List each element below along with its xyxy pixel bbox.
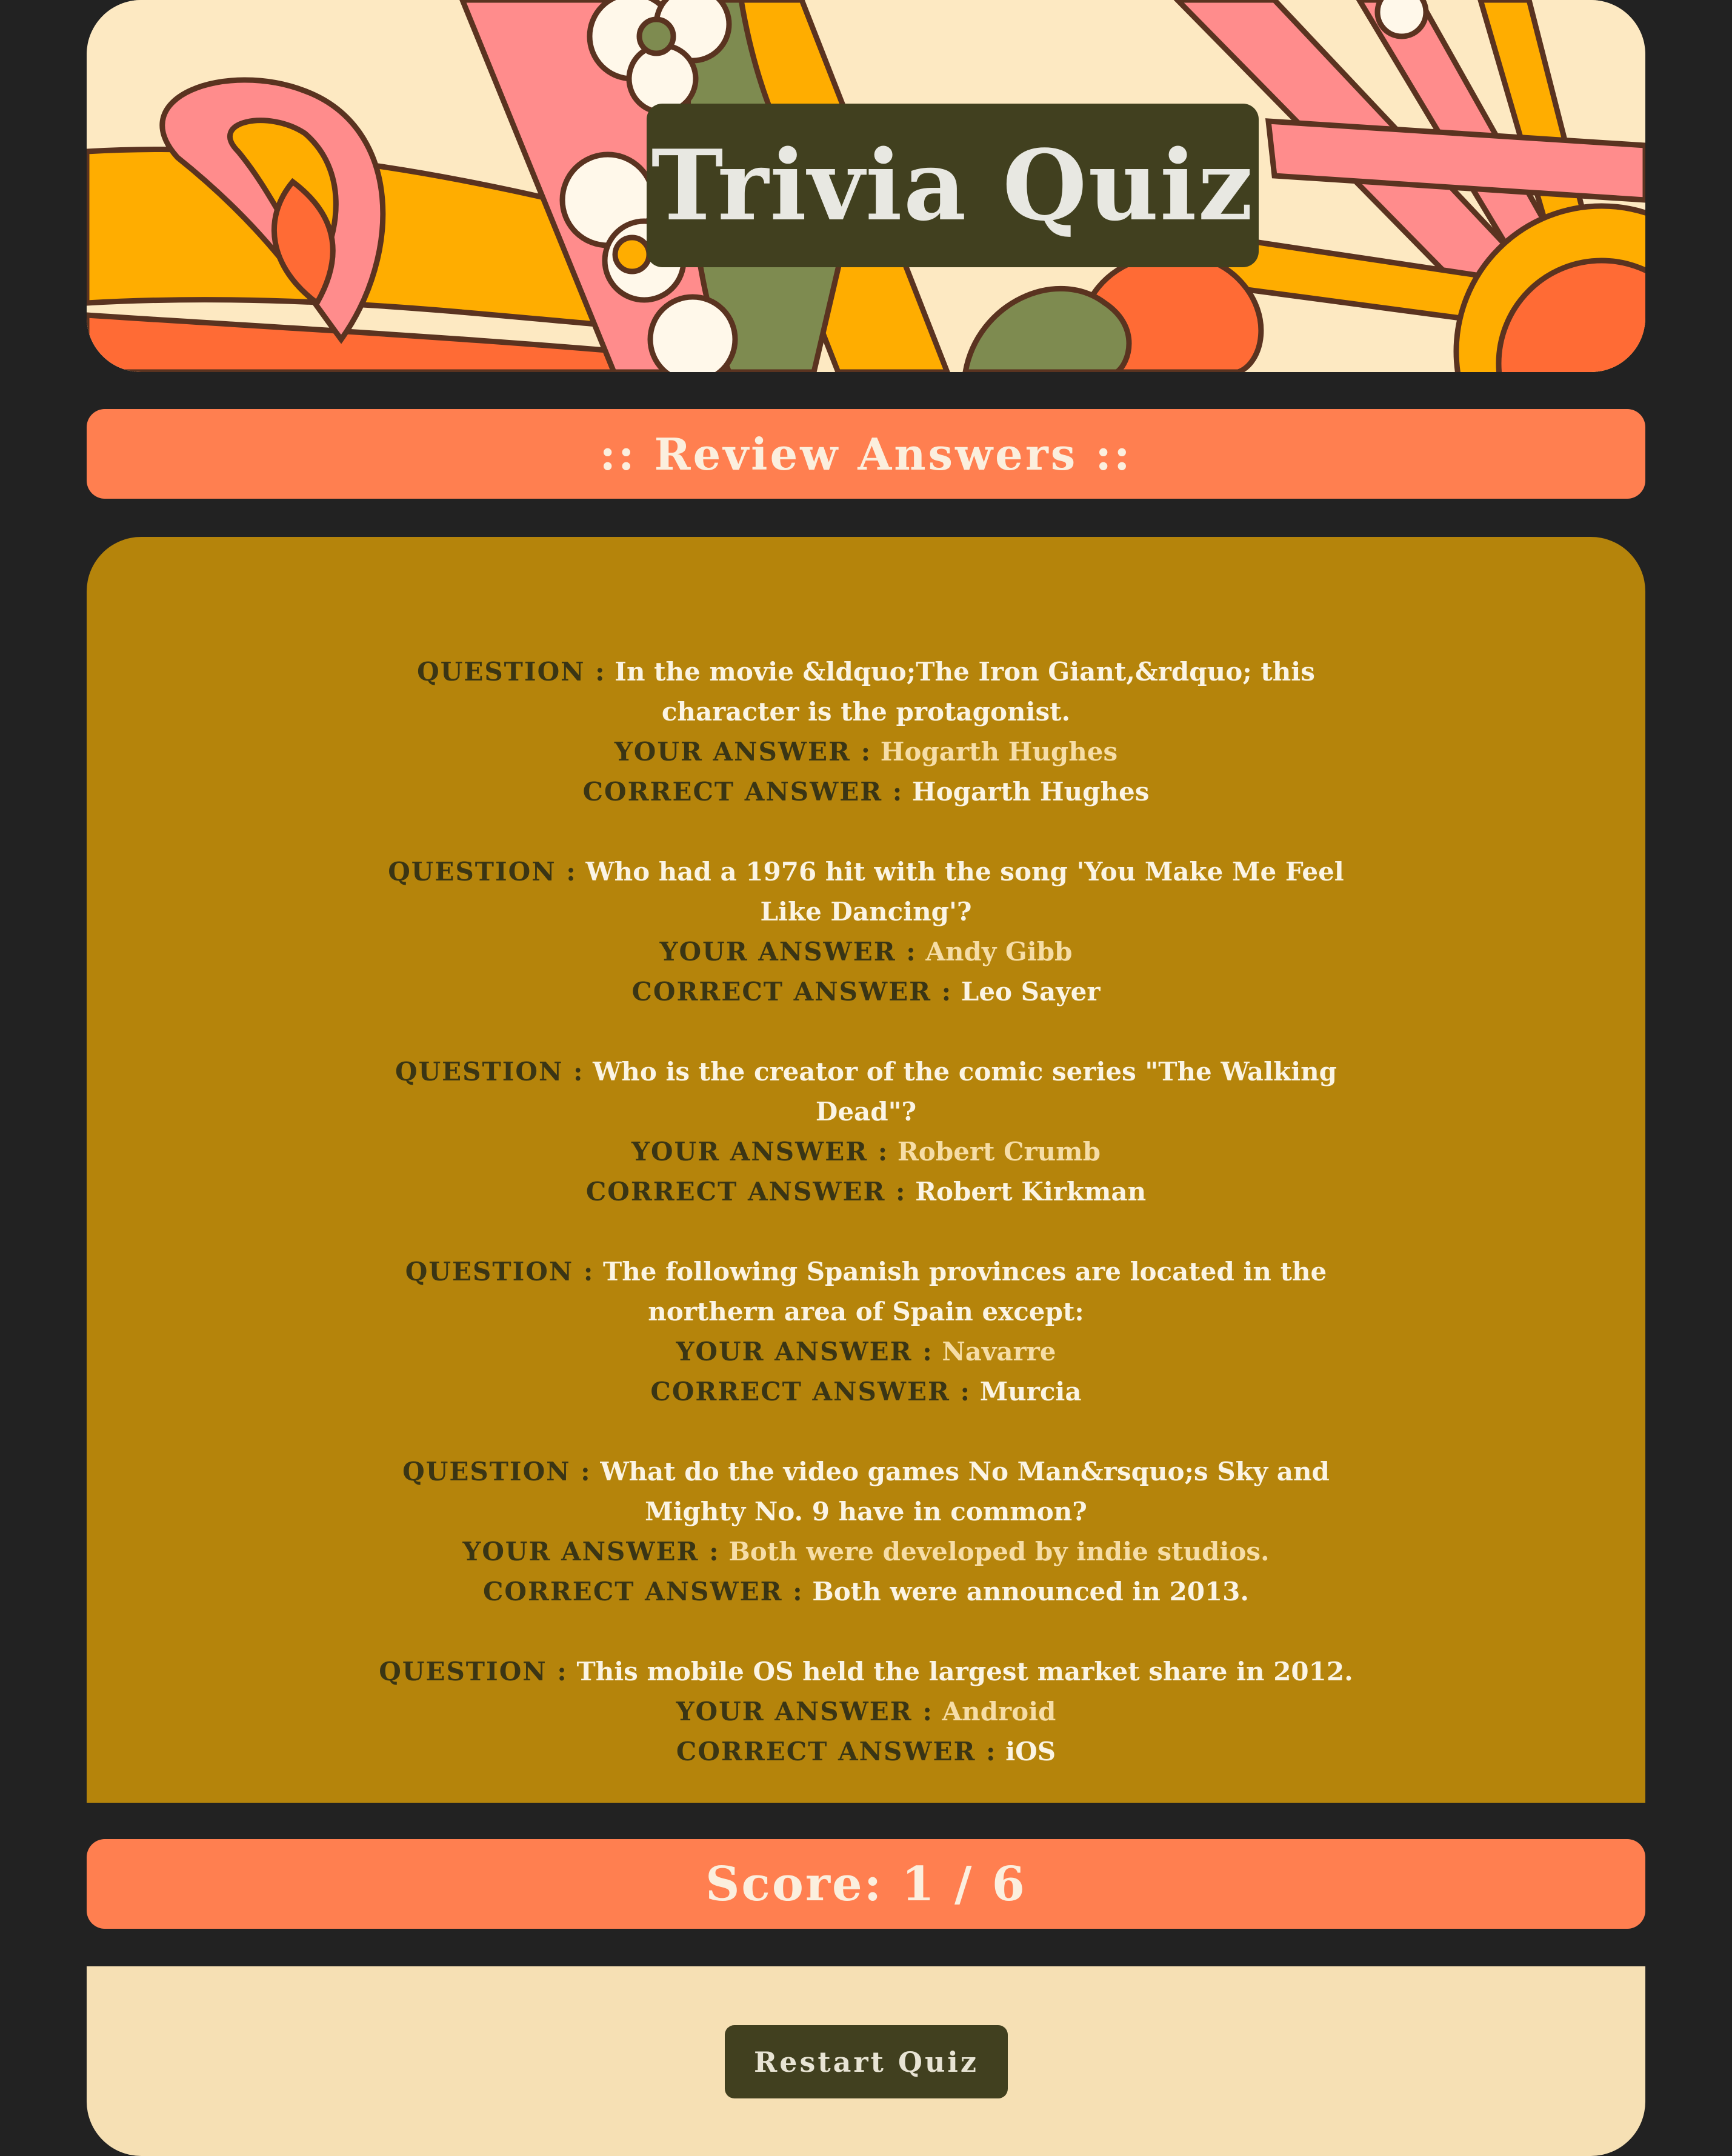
your-answer-line: YOUR ANSWER : Robert Crumb (378, 1132, 1354, 1172)
correct-answer-label: CORRECT ANSWER : (585, 1177, 907, 1206)
question-text: Who is the creator of the comic series "… (593, 1057, 1337, 1126)
score-display: Score: 1 / 6 (87, 1839, 1645, 1929)
review-item: QUESTION : What do the video games No Ma… (378, 1452, 1354, 1612)
your-answer-value: Hogarth Hughes (880, 737, 1118, 767)
question-line: QUESTION : In the movie &ldquo;The Iron … (378, 652, 1354, 732)
your-answer-value: Android (942, 1697, 1056, 1726)
review-list: QUESTION : In the movie &ldquo;The Iron … (378, 652, 1354, 1812)
correct-answer-value: Robert Kirkman (915, 1177, 1147, 1206)
review-item: QUESTION : Who is the creator of the com… (378, 1052, 1354, 1212)
question-label: QUESTION : (405, 1257, 595, 1286)
question-text: Who had a 1976 hit with the song 'You Ma… (585, 857, 1344, 927)
correct-answer-line: CORRECT ANSWER : Leo Sayer (378, 972, 1354, 1012)
your-answer-line: YOUR ANSWER : Android (378, 1692, 1354, 1732)
correct-answer-label: CORRECT ANSWER : (676, 1737, 997, 1766)
correct-answer-label: CORRECT ANSWER : (482, 1577, 804, 1606)
your-answer-label: YOUR ANSWER : (676, 1697, 933, 1726)
your-answer-value: Navarre (942, 1337, 1056, 1366)
question-label: QUESTION : (402, 1457, 591, 1486)
question-text: In the movie &ldquo;The Iron Giant,&rdqu… (615, 657, 1315, 727)
correct-answer-value: iOS (1005, 1737, 1056, 1766)
title-box: Trivia Quiz (647, 104, 1259, 267)
page-title: Trivia Quiz (651, 128, 1254, 242)
review-item: QUESTION : In the movie &ldquo;The Iron … (378, 652, 1354, 812)
question-line: QUESTION : Who is the creator of the com… (378, 1052, 1354, 1132)
review-item: QUESTION : The following Spanish provinc… (378, 1252, 1354, 1412)
question-label: QUESTION : (379, 1657, 568, 1686)
question-label: QUESTION : (388, 857, 577, 887)
correct-answer-line: CORRECT ANSWER : Hogarth Hughes (378, 772, 1354, 812)
correct-answer-value: Hogarth Hughes (911, 777, 1150, 807)
question-line: QUESTION : What do the video games No Ma… (378, 1452, 1354, 1532)
correct-answer-value: Both were announced in 2013. (812, 1577, 1249, 1606)
your-answer-label: YOUR ANSWER : (631, 1137, 889, 1166)
question-text: What do the video games No Man&rsquo;s S… (600, 1457, 1330, 1526)
review-item: QUESTION : This mobile OS held the large… (378, 1652, 1354, 1772)
your-answer-line: YOUR ANSWER : Navarre (378, 1332, 1354, 1372)
correct-answer-line: CORRECT ANSWER : Robert Kirkman (378, 1172, 1354, 1212)
correct-answer-label: CORRECT ANSWER : (631, 977, 953, 1006)
your-answer-label: YOUR ANSWER : (659, 937, 917, 967)
your-answer-value: Robert Crumb (897, 1137, 1101, 1166)
correct-answer-line: CORRECT ANSWER : iOS (378, 1732, 1354, 1772)
your-answer-value: Both were developed by indie studios. (728, 1537, 1270, 1566)
header-banner: Trivia Quiz (87, 0, 1645, 372)
your-answer-line: YOUR ANSWER : Both were developed by ind… (378, 1532, 1354, 1572)
review-item: QUESTION : Who had a 1976 hit with the s… (378, 852, 1354, 1012)
question-line: QUESTION : The following Spanish provinc… (378, 1252, 1354, 1332)
question-line: QUESTION : This mobile OS held the large… (378, 1652, 1354, 1692)
correct-answer-line: CORRECT ANSWER : Both were announced in … (378, 1572, 1354, 1612)
your-answer-line: YOUR ANSWER : Andy Gibb (378, 932, 1354, 972)
question-text: This mobile OS held the largest market s… (576, 1657, 1353, 1686)
correct-answer-value: Leo Sayer (961, 977, 1101, 1006)
correct-answer-line: CORRECT ANSWER : Murcia (378, 1372, 1354, 1412)
your-answer-line: YOUR ANSWER : Hogarth Hughes (378, 732, 1354, 772)
correct-answer-value: Murcia (979, 1377, 1082, 1406)
your-answer-label: YOUR ANSWER : (676, 1337, 933, 1366)
correct-answer-label: CORRECT ANSWER : (582, 777, 904, 807)
restart-quiz-button[interactable]: Restart Quiz (725, 2025, 1008, 2098)
question-line: QUESTION : Who had a 1976 hit with the s… (378, 852, 1354, 932)
answers-panel: QUESTION : In the movie &ldquo;The Iron … (87, 537, 1645, 1803)
question-label: QUESTION : (417, 657, 606, 687)
your-answer-label: YOUR ANSWER : (462, 1537, 720, 1566)
correct-answer-label: CORRECT ANSWER : (650, 1377, 971, 1406)
footer-panel: Restart Quiz (87, 1966, 1645, 2156)
your-answer-value: Andy Gibb (925, 937, 1073, 967)
question-text: The following Spanish provinces are loca… (602, 1257, 1327, 1326)
review-heading: :: Review Answers :: (87, 409, 1645, 499)
your-answer-label: YOUR ANSWER : (614, 737, 872, 767)
question-label: QUESTION : (395, 1057, 584, 1086)
